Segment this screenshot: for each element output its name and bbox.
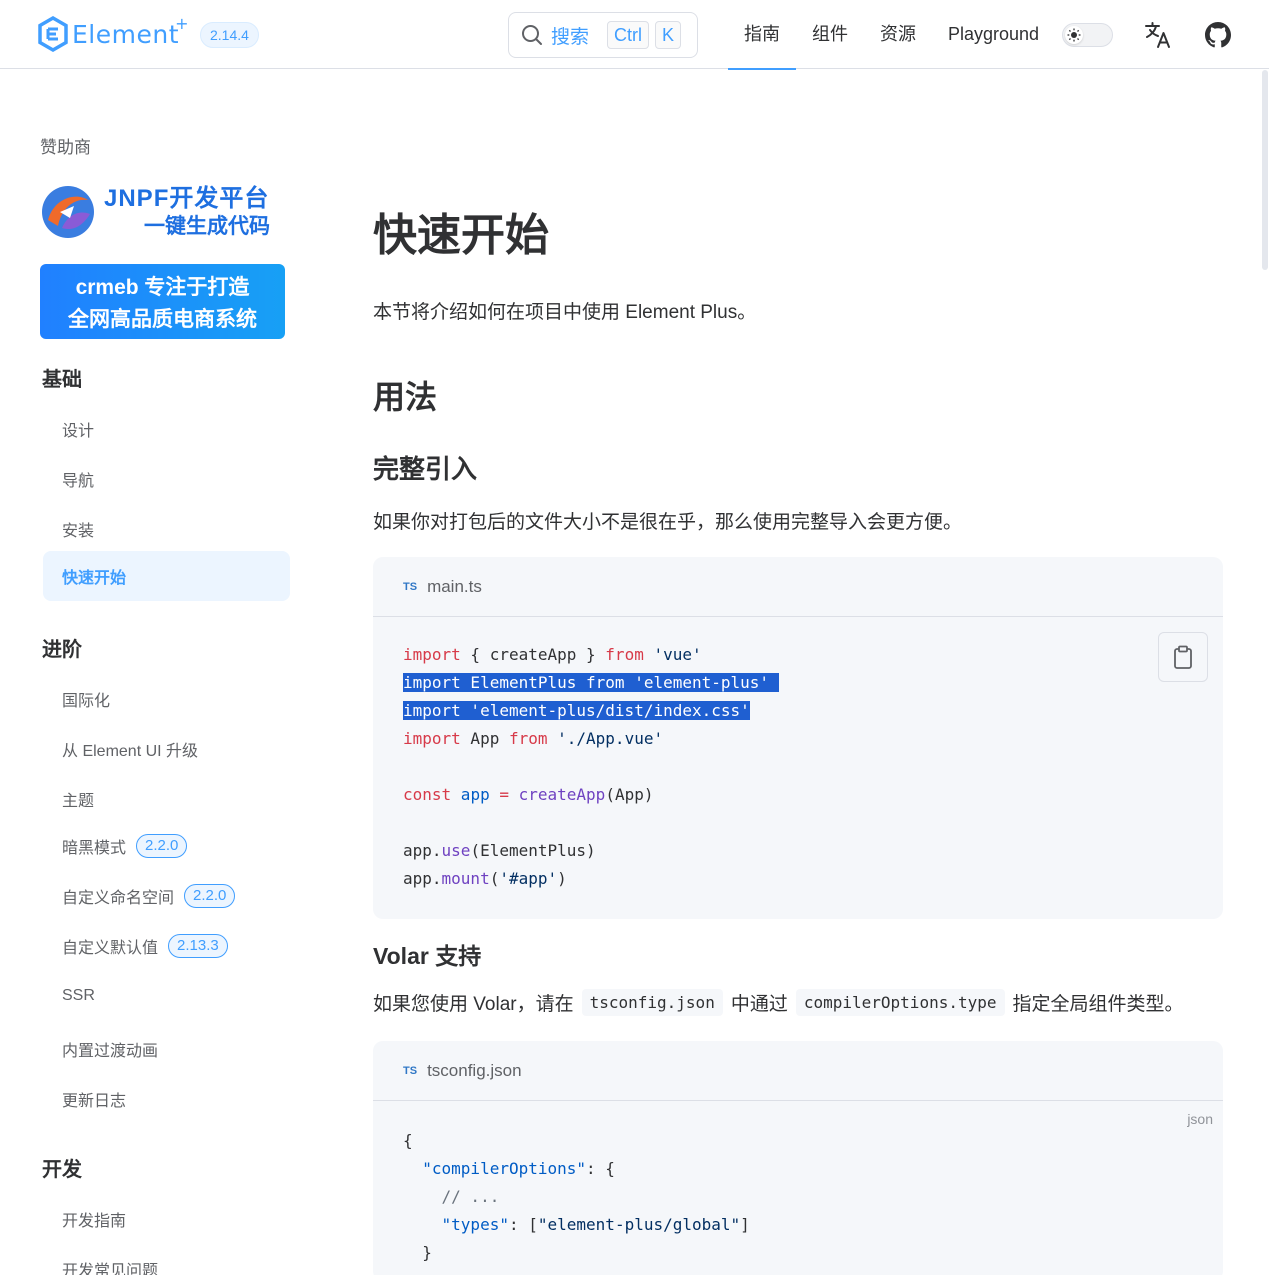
sidebar: 赞助商 JNPF开发平台 一键生成代码 crmeb 专注于打造 全网高品质电商系…	[0, 69, 320, 1275]
code-body[interactable]: import { createApp } from 'vue' import E…	[373, 617, 1223, 917]
sidebar-item-dev-guide[interactable]: 开发指南	[62, 1207, 126, 1231]
theme-toggle[interactable]	[1062, 23, 1113, 47]
page-title: 快速开始	[373, 211, 549, 260]
code-line: "types": ["element-plus/global"]	[441, 1215, 750, 1234]
element-logo[interactable]: Element +	[38, 13, 190, 52]
sidebar-section-basic: 基础	[42, 369, 82, 391]
code-line: const app = createApp(App)	[403, 785, 654, 804]
sidebar-item-dev-faq[interactable]: 开发常见问题	[62, 1257, 158, 1275]
sponsor-ad-crmeb[interactable]: crmeb 专注于打造 全网高品质电商系统	[40, 264, 285, 339]
code-block-tsconfig: TS tsconfig.json json { "compilerOptions…	[373, 1041, 1223, 1275]
sidebar-item-theme[interactable]: 主题	[62, 787, 94, 811]
sun-icon	[1065, 26, 1083, 44]
github-icon[interactable]	[1205, 22, 1231, 48]
sponsor-ad-jnpf[interactable]: JNPF开发平台 一键生成代码	[40, 177, 285, 247]
sidebar-item-navigation[interactable]: 导航	[62, 467, 94, 491]
sidebar-item-quickstart[interactable]: 快速开始	[43, 551, 290, 601]
version-badge: 2.13.3	[168, 934, 228, 958]
code-filename: tsconfig.json	[427, 1060, 522, 1080]
jnpf-logo-icon	[42, 186, 94, 238]
ad2-line1: crmeb 专注于打造	[75, 276, 250, 299]
logo-text: Element +	[72, 13, 190, 49]
version-badge[interactable]: 2.14.4	[200, 22, 259, 48]
code-line: }	[422, 1243, 432, 1262]
sidebar-item-config-provider[interactable]: 自定义默认值 2.13.3	[62, 934, 228, 958]
typescript-icon: TS	[403, 580, 418, 593]
code-body[interactable]: json { "compilerOptions": { // ... "type…	[373, 1101, 1223, 1275]
code-line: "compilerOptions": {	[422, 1159, 615, 1178]
sidebar-section-advanced: 进阶	[42, 639, 82, 661]
nav-guide[interactable]: 指南	[728, 0, 796, 70]
sidebar-section-development: 开发	[42, 1159, 82, 1181]
code-block-header: TS tsconfig.json	[373, 1041, 1223, 1101]
intro-text: 本节将介绍如何在项目中使用 Element Plus。	[373, 302, 757, 323]
code-line: import { createApp } from 'vue'	[403, 645, 702, 664]
element-logo-icon	[38, 16, 68, 52]
version-badge: 2.2.0	[184, 884, 236, 908]
nav-playground[interactable]: Playground	[932, 0, 1055, 69]
nav-resource[interactable]: 资源	[864, 0, 932, 69]
code-language-label: json	[1187, 1111, 1213, 1127]
top-header: Element + 2.14.4 搜索 Ctrl K 指南 组件 资源 Playg…	[0, 0, 1269, 70]
inline-code: compilerOptions.type	[795, 989, 1005, 1016]
shortcut-key-k: K	[655, 21, 682, 49]
volar-heading: Volar 支持	[373, 943, 482, 969]
code-line: // ...	[441, 1187, 500, 1206]
ad2-line2: 全网高品质电商系统	[68, 308, 257, 331]
full-import-text: 如果你对打包后的文件大小不是很在乎，那么使用完整导入会更方便。	[373, 512, 963, 533]
sidebar-item-migration[interactable]: 从 Element UI 升级	[62, 737, 198, 761]
code-line: app.use(ElementPlus)	[403, 841, 596, 860]
version-badge: 2.2.0	[136, 834, 188, 858]
shortcut-key-ctrl: Ctrl	[607, 21, 650, 49]
full-import-heading: 完整引入	[373, 454, 478, 484]
sidebar-item-label: 自定义命名空间	[62, 890, 175, 907]
ad1-line2: 一键生成代码	[144, 214, 270, 238]
inline-code: tsconfig.json	[581, 989, 723, 1016]
translate-icon[interactable]	[1144, 21, 1172, 49]
code-line: import ElementPlus from 'element-plus'	[403, 669, 1193, 697]
code-line: {	[403, 1131, 413, 1150]
code-line: app.mount('#app')	[403, 869, 567, 888]
search-icon	[522, 25, 542, 45]
sidebar-item-dark-mode[interactable]: 暗黑模式 2.2.0	[62, 834, 188, 858]
ad1-line1: JNPF开发平台	[104, 185, 270, 213]
selected-text: import ElementPlus from 'element-plus'	[403, 673, 770, 692]
code-filename: main.ts	[427, 576, 482, 596]
typescript-icon: TS	[403, 1064, 418, 1077]
top-nav: 指南 组件 资源 Playground	[728, 0, 1055, 70]
sidebar-item-changelog[interactable]: 更新日志	[62, 1087, 126, 1111]
sponsor-title: 赞助商	[40, 138, 91, 157]
code-line: import App from './App.vue'	[403, 729, 664, 748]
sidebar-item-i18n[interactable]: 国际化	[62, 687, 110, 711]
sidebar-item-installation[interactable]: 安装	[62, 517, 94, 541]
sidebar-item-namespace[interactable]: 自定义命名空间 2.2.0	[62, 884, 236, 908]
nav-component[interactable]: 组件	[796, 0, 864, 69]
sidebar-item-label: 自定义默认值	[62, 940, 159, 957]
sidebar-item-transitions[interactable]: 内置过渡动画	[62, 1037, 158, 1061]
code-block-main-ts: TS main.ts import { createApp } from 'vu…	[373, 557, 1223, 919]
volar-text: 如果您使用 Volar，请在 tsconfig.json 中通过 compile…	[373, 989, 1184, 1016]
code-line: import 'element-plus/dist/index.css'	[403, 697, 1193, 725]
sidebar-item-design[interactable]: 设计	[62, 417, 94, 441]
usage-heading: 用法	[373, 379, 438, 415]
sidebar-item-ssr[interactable]: SSR	[62, 987, 95, 1005]
selected-text: import 'element-plus/dist/index.css'	[403, 701, 750, 720]
code-block-header: TS main.ts	[373, 557, 1223, 617]
page-scrollbar[interactable]	[1262, 70, 1268, 270]
search-button[interactable]: 搜索 Ctrl K	[508, 12, 698, 58]
clipboard-icon	[1174, 645, 1192, 669]
sidebar-item-label: 暗黑模式	[62, 840, 127, 857]
search-label: 搜索	[551, 26, 590, 48]
copy-code-button[interactable]	[1158, 632, 1208, 682]
